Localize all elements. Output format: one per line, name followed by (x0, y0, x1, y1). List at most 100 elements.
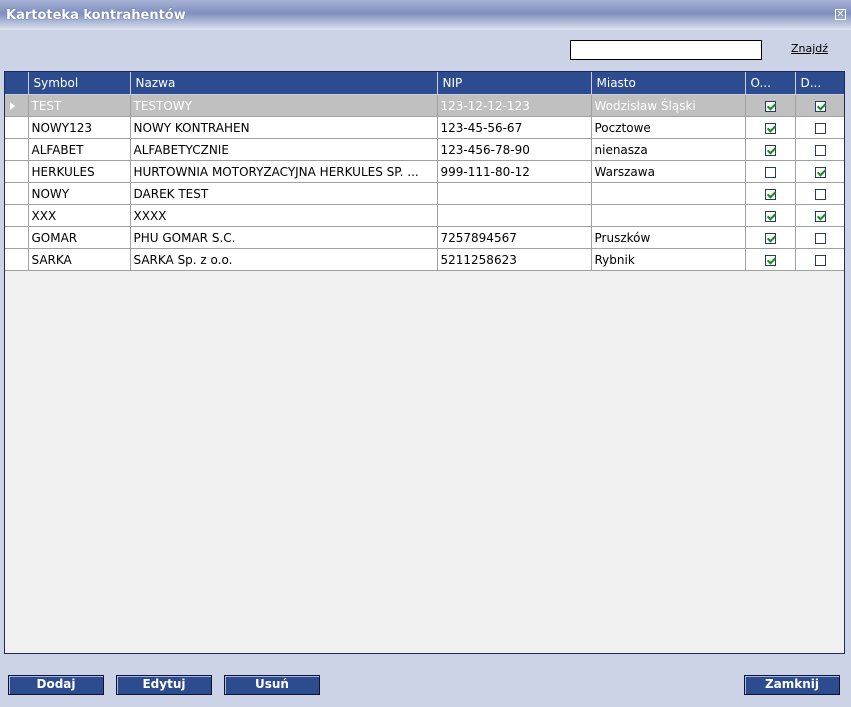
cell-symbol[interactable]: NOWY (28, 182, 131, 205)
cell-d-checkbox[interactable] (815, 122, 826, 134)
column-header-nip[interactable]: NIP (437, 72, 592, 95)
cell-nazwa[interactable]: DAREK TEST (130, 182, 438, 205)
cell-nip[interactable] (437, 182, 592, 205)
cell-miasto[interactable] (591, 204, 746, 227)
column-header-nazwa[interactable]: Nazwa (130, 72, 438, 95)
cell-o-checkbox[interactable] (764, 210, 776, 222)
contractors-table: Symbol Nazwa NIP Miasto O... D... TEST TE… (5, 72, 844, 271)
table-row[interactable]: NOWY DAREK TEST (5, 182, 844, 205)
search-input[interactable] (570, 40, 762, 60)
cell-symbol[interactable]: NOWY123 (28, 116, 131, 139)
contractors-grid: Symbol Nazwa NIP Miasto O... D... TEST TE… (4, 71, 845, 654)
cell-nip[interactable]: 999-111-80-12 (437, 160, 592, 183)
column-header-o[interactable]: O... (745, 72, 796, 95)
row-header-column (5, 72, 29, 95)
row-header[interactable] (5, 160, 29, 183)
column-header-symbol[interactable]: Symbol (28, 72, 131, 95)
cell-symbol[interactable]: XXX (28, 204, 131, 227)
cell-symbol[interactable]: TEST (28, 94, 131, 117)
cell-nazwa[interactable]: HURTOWNIA MOTORYZACYJNA HERKULES SP. ... (130, 160, 438, 183)
cell-d-checkbox-cell (795, 248, 844, 271)
cell-o-checkbox[interactable] (764, 122, 776, 134)
cell-d-checkbox-cell (795, 204, 844, 227)
column-header-miasto[interactable]: Miasto (591, 72, 746, 95)
row-header[interactable] (5, 248, 29, 271)
cell-nazwa[interactable]: XXXX (130, 204, 438, 227)
cell-d-checkbox[interactable] (815, 210, 826, 222)
cell-nip[interactable] (437, 204, 592, 227)
row-header[interactable] (5, 116, 29, 139)
table-row[interactable]: HERKULES HURTOWNIA MOTORYZACYJNA HERKULES… (5, 160, 844, 183)
cell-miasto[interactable]: nienasza (591, 138, 746, 161)
cell-o-checkbox-cell (745, 138, 796, 161)
column-header-d[interactable]: D... (795, 72, 844, 95)
cell-nazwa[interactable]: PHU GOMAR S.C. (130, 226, 438, 249)
add-button[interactable]: Dodaj (8, 675, 104, 695)
table-row[interactable]: NOWY123 NOWY KONTRAHEN 123-45-56-67 Pocztow… (5, 116, 844, 139)
cell-symbol[interactable]: SARKA (28, 248, 131, 271)
find-link[interactable]: Znajdź (791, 42, 828, 55)
delete-button[interactable]: Usuń (224, 675, 320, 695)
cell-nip[interactable]: 5211258623 (437, 248, 592, 271)
cell-o-checkbox-cell (745, 226, 796, 249)
cell-d-checkbox[interactable] (815, 100, 826, 112)
cell-o-checkbox[interactable] (764, 254, 776, 266)
cell-miasto[interactable] (591, 182, 746, 205)
cell-o-checkbox[interactable] (764, 188, 776, 200)
cell-d-checkbox-cell (795, 160, 844, 183)
cell-nazwa[interactable]: NOWY KONTRAHEN (130, 116, 438, 139)
table-body: TEST TESTOWY 123-12-12-123 Wodzisław Śląski… (5, 94, 844, 271)
cell-nip[interactable]: 7257894567 (437, 226, 592, 249)
cell-symbol[interactable]: ALFABET (28, 138, 131, 161)
cell-d-checkbox[interactable] (815, 166, 826, 178)
cell-nip[interactable]: 123-12-12-123 (437, 94, 592, 117)
cell-d-checkbox[interactable] (815, 254, 826, 266)
cell-o-checkbox-cell (745, 204, 796, 227)
cell-symbol[interactable]: GOMAR (28, 226, 131, 249)
cell-d-checkbox-cell (795, 182, 844, 205)
table-row[interactable]: XXX XXXX (5, 204, 844, 227)
cell-symbol[interactable]: HERKULES (28, 160, 131, 183)
cell-miasto[interactable]: Rybnik (591, 248, 746, 271)
current-row-arrow-icon (10, 102, 15, 110)
title-bar: Kartoteka kontrahentów ✕ (0, 0, 851, 30)
row-header[interactable] (5, 182, 29, 205)
cell-o-checkbox-cell (745, 116, 796, 139)
table-row[interactable]: SARKA SARKA Sp. z o.o. 5211258623 Rybnik (5, 248, 844, 271)
close-button[interactable]: Zamknij (744, 675, 840, 695)
cell-o-checkbox-cell (745, 94, 796, 117)
cell-d-checkbox[interactable] (815, 144, 826, 156)
table-row[interactable]: ALFABET ALFABETYCZNIE 123-456-78-90 nienasz… (5, 138, 844, 161)
cell-o-checkbox-cell (745, 182, 796, 205)
cell-o-checkbox-cell (745, 248, 796, 271)
edit-button[interactable]: Edytuj (116, 675, 212, 695)
cell-d-checkbox[interactable] (815, 188, 826, 200)
cell-d-checkbox-cell (795, 138, 844, 161)
cell-nip[interactable]: 123-456-78-90 (437, 138, 592, 161)
close-icon[interactable]: ✕ (835, 9, 846, 20)
row-header[interactable] (5, 204, 29, 227)
cell-nazwa[interactable]: SARKA Sp. z o.o. (130, 248, 438, 271)
cell-miasto[interactable]: Wodzisław Śląski (591, 94, 746, 117)
cell-miasto[interactable]: Warszawa (591, 160, 746, 183)
cell-nazwa[interactable]: ALFABETYCZNIE (130, 138, 438, 161)
cell-nazwa[interactable]: TESTOWY (130, 94, 438, 117)
cell-d-checkbox-cell (795, 116, 844, 139)
cell-o-checkbox[interactable] (764, 232, 776, 244)
cell-miasto[interactable]: Pruszków (591, 226, 746, 249)
cell-nip[interactable]: 123-45-56-67 (437, 116, 592, 139)
cell-o-checkbox[interactable] (764, 166, 776, 178)
cell-miasto[interactable]: Pocztowe (591, 116, 746, 139)
cell-d-checkbox[interactable] (815, 232, 826, 244)
table-row[interactable]: GOMAR PHU GOMAR S.C. 7257894567 Pruszków (5, 226, 844, 249)
cell-d-checkbox-cell (795, 94, 844, 117)
row-header[interactable] (5, 94, 29, 117)
table-header-row: Symbol Nazwa NIP Miasto O... D... (5, 72, 844, 95)
cell-o-checkbox[interactable] (764, 144, 776, 156)
row-header[interactable] (5, 138, 29, 161)
window-title: Kartoteka kontrahentów (6, 8, 186, 23)
cell-o-checkbox-cell (745, 160, 796, 183)
row-header[interactable] (5, 226, 29, 249)
cell-o-checkbox[interactable] (764, 100, 776, 112)
table-row[interactable]: TEST TESTOWY 123-12-12-123 Wodzisław Śląski (5, 94, 844, 117)
